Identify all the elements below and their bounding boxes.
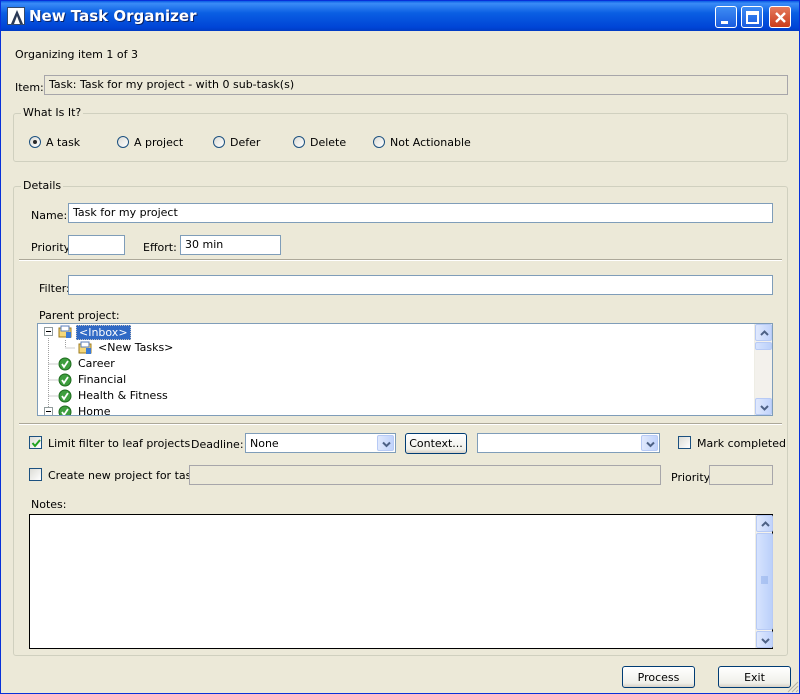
name-label: Name: (31, 209, 68, 222)
tree-row-health-fitness[interactable]: Health & Fitness (38, 388, 754, 404)
name-field[interactable]: Task for my project (68, 203, 773, 223)
deadline-dropdown[interactable]: None (245, 433, 396, 453)
new-tasks-icon (78, 341, 92, 354)
check-circle-icon (58, 373, 72, 387)
filter-field[interactable] (68, 275, 773, 295)
exit-button[interactable]: Exit (718, 666, 791, 688)
title-bar[interactable]: New Task Organizer (1, 1, 799, 31)
item-label: Item: (15, 81, 44, 94)
grip-icon (761, 576, 768, 584)
app-icon (7, 7, 25, 25)
tree-row-financial[interactable]: Financial (38, 372, 754, 388)
radio-defer-label[interactable]: Defer (230, 136, 260, 149)
context-button[interactable]: Context... (405, 433, 467, 454)
chevron-down-icon (646, 441, 655, 448)
notes-scrollbar[interactable] (755, 515, 773, 648)
tree-item-label: Home (78, 405, 111, 416)
radio-a-task-label[interactable]: A task (46, 136, 80, 149)
mark-completed-checkbox[interactable] (678, 436, 691, 449)
deadline-label: Deadline: (191, 438, 244, 451)
tree-item-label: Health & Fitness (78, 389, 168, 402)
filter-label: Filter: (39, 282, 70, 295)
radio-not-actionable[interactable] (373, 136, 385, 148)
tree-item-label: <Inbox> (76, 325, 131, 340)
close-button[interactable] (769, 6, 791, 28)
tree-item-label: <New Tasks> (98, 341, 174, 354)
scroll-thumb[interactable] (756, 533, 773, 630)
scroll-up-button[interactable] (756, 515, 773, 532)
radio-delete-label[interactable]: Delete (310, 136, 346, 149)
chevron-down-icon (382, 441, 391, 448)
check-circle-icon (58, 357, 72, 371)
radio-a-project[interactable] (117, 136, 129, 148)
create-project-field (189, 465, 661, 485)
context-button-label: Context... (409, 437, 463, 450)
notes-label: Notes: (31, 498, 67, 511)
process-button-label: Process (637, 671, 680, 684)
deadline-dropdown-button[interactable] (377, 435, 394, 451)
scroll-down-button[interactable] (755, 398, 772, 415)
tree-row-inbox[interactable]: <Inbox> (38, 324, 754, 340)
create-project-checkbox[interactable] (29, 468, 42, 481)
create-project-label[interactable]: Create new project for task (48, 469, 198, 482)
tree-item-label: Financial (78, 373, 127, 386)
priority-label-2: Priority: (671, 471, 714, 484)
scroll-down-button[interactable] (756, 631, 773, 648)
parent-project-label: Parent project: (39, 309, 120, 322)
scroll-thumb[interactable] (755, 342, 772, 350)
maximize-icon (746, 11, 759, 24)
chevron-up-icon (761, 521, 770, 527)
parent-project-tree[interactable]: <Inbox> <New Tasks> Career Financial Hea… (37, 323, 773, 416)
priority-field[interactable] (68, 235, 125, 255)
minimize-button[interactable] (715, 6, 737, 28)
radio-not-actionable-label[interactable]: Not Actionable (390, 136, 471, 149)
minimize-icon (721, 21, 728, 24)
context-dropdown-button[interactable] (641, 435, 658, 451)
effort-label: Effort: (143, 241, 177, 254)
priority-field-2 (709, 465, 773, 485)
notes-textarea[interactable] (29, 514, 773, 649)
context-dropdown[interactable] (477, 433, 660, 453)
item-field: Task: Task for my project - with 0 sub-t… (44, 75, 788, 95)
details-separator (19, 259, 782, 261)
radio-defer[interactable] (213, 136, 225, 148)
details-separator-2 (19, 423, 782, 425)
window-title: New Task Organizer (29, 7, 197, 25)
tree-row-career[interactable]: Career (38, 356, 754, 372)
check-circle-icon (58, 405, 72, 415)
inbox-icon (58, 325, 72, 338)
priority-label: Priority: (31, 241, 74, 254)
limit-filter-checkbox[interactable] (29, 436, 42, 449)
collapse-icon[interactable] (44, 327, 53, 336)
details-legend: Details (21, 179, 64, 192)
chevron-up-icon (760, 330, 769, 336)
collapse-icon[interactable] (44, 407, 53, 415)
deadline-value: None (250, 437, 279, 450)
chevron-down-icon (761, 638, 770, 644)
tree-row-home[interactable]: Home (38, 404, 754, 416)
check-circle-icon (58, 389, 72, 403)
radio-a-task[interactable] (29, 136, 41, 148)
maximize-button[interactable] (741, 6, 763, 28)
radio-a-project-label[interactable]: A project (134, 136, 183, 149)
tree-item-label: Career (78, 357, 115, 370)
radio-delete[interactable] (293, 136, 305, 148)
exit-button-label: Exit (744, 671, 765, 684)
process-button[interactable]: Process (622, 666, 695, 688)
close-icon (775, 12, 786, 23)
mark-completed-label[interactable]: Mark completed (697, 437, 786, 450)
scroll-up-button[interactable] (755, 324, 772, 341)
effort-field[interactable]: 30 min (180, 235, 281, 255)
task-organizer-window: New Task Organizer Organizing item 1 of … (0, 0, 800, 694)
tree-row-new-tasks[interactable]: <New Tasks> (38, 340, 754, 356)
limit-filter-label[interactable]: Limit filter to leaf projects (48, 437, 190, 450)
resize-grip-icon[interactable] (787, 681, 799, 693)
progress-text: Organizing item 1 of 3 (15, 48, 138, 61)
chevron-down-icon (760, 405, 769, 411)
checkmark-icon (31, 439, 41, 448)
tree-scrollbar[interactable] (754, 324, 772, 415)
what-is-it-legend: What Is It? (21, 106, 84, 119)
